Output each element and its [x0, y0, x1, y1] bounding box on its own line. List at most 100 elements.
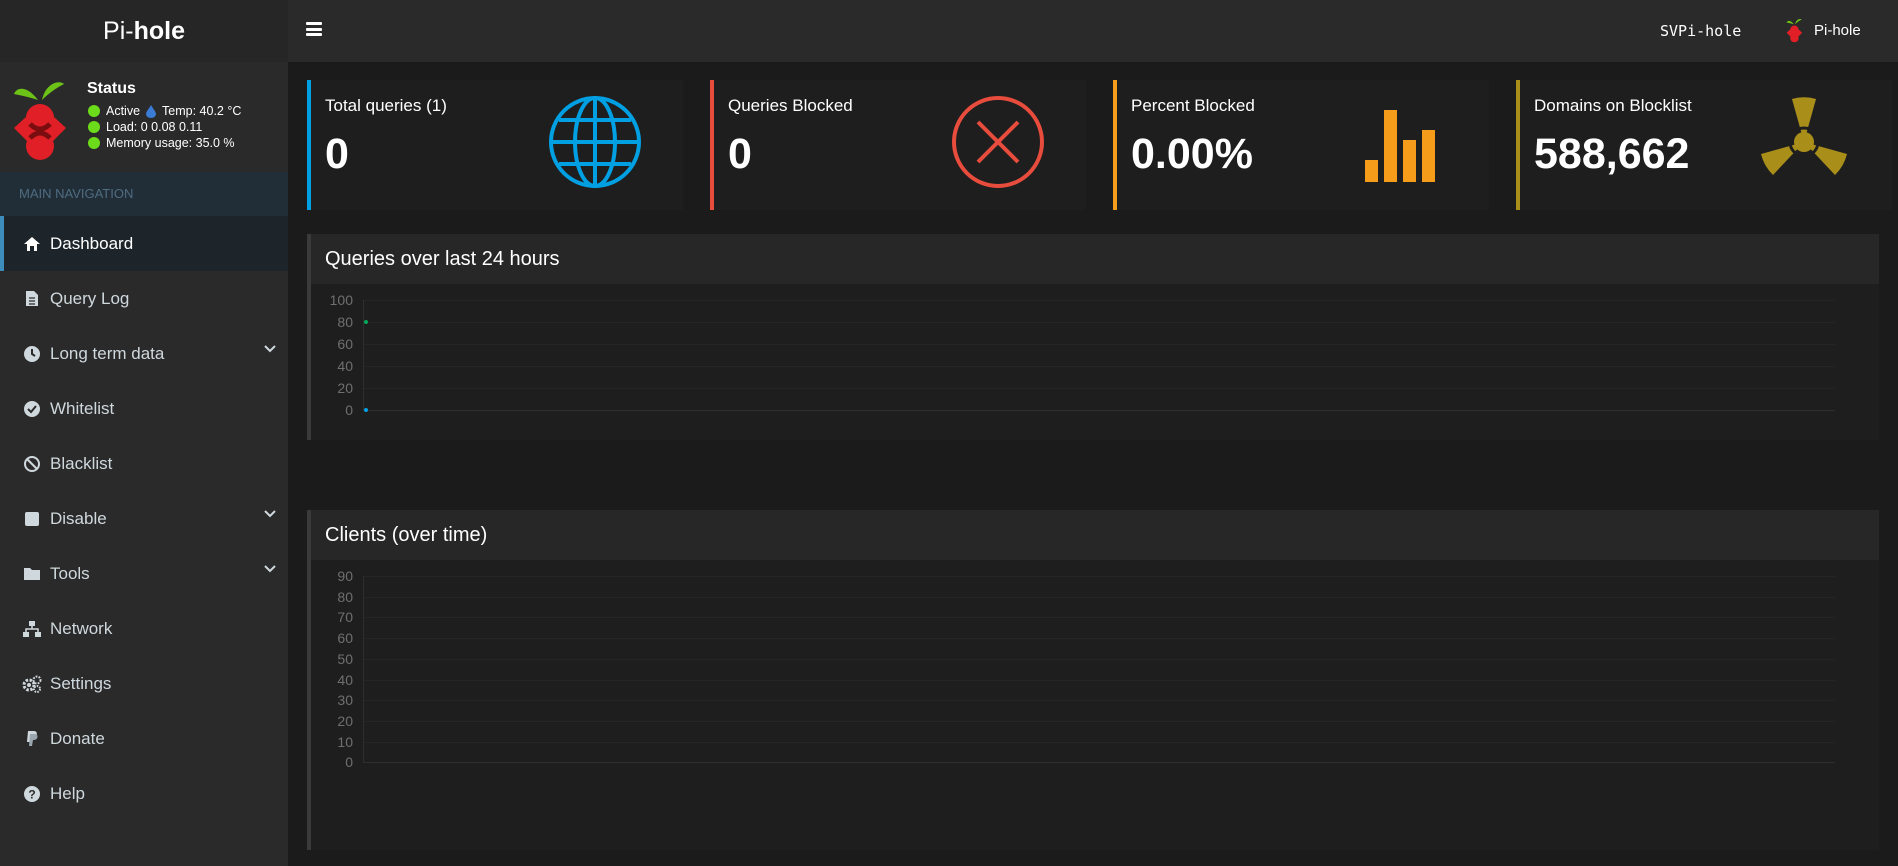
- chevron-down-icon[interactable]: [264, 510, 276, 518]
- data-point[interactable]: [364, 320, 368, 324]
- gridline: [363, 576, 1835, 577]
- sidebar-item-donate[interactable]: Donate: [0, 711, 288, 766]
- gridline: [363, 596, 1835, 598]
- panel-title: Clients (over time): [311, 510, 1879, 560]
- stat-label: Percent Blocked: [1131, 96, 1255, 115]
- y-tick-label: 40: [337, 671, 353, 688]
- stat-domains-on-blocklist[interactable]: Domains on Blocklist 588,662: [1516, 80, 1892, 210]
- queries-chart-panel: Queries over last 24 hours 100 80 60 40 20 0: [307, 234, 1879, 440]
- gridline: [363, 366, 1835, 367]
- check-circle-icon: [22, 399, 42, 419]
- radiation-icon: [1761, 97, 1847, 175]
- sidebar-item-label: Disable: [50, 508, 107, 528]
- sidebar: Pi-hole Status Active Temp: 40.2 °C Load…: [0, 0, 288, 866]
- sidebar-item-blacklist[interactable]: Blacklist: [0, 436, 288, 491]
- y-axis-line: [363, 576, 364, 763]
- y-tick-label: 40: [337, 358, 353, 374]
- status-temp: Temp: 40.2 °C: [162, 104, 242, 118]
- top-navbar: SVPi-hole Pi-hole: [288, 0, 1898, 62]
- status-load: Load: 0 0.08 0.11: [106, 120, 203, 134]
- y-tick-label: 70: [337, 609, 353, 626]
- brand-logo-text[interactable]: Pi-hole: [0, 0, 288, 62]
- sidebar-item-dashboard[interactable]: Dashboard: [0, 216, 288, 271]
- x-axis-line: [363, 762, 1835, 764]
- y-tick-label: 30: [337, 692, 353, 709]
- status-memory-dot-icon: [88, 137, 100, 149]
- gridline: [363, 388, 1835, 389]
- sidebar-item-whitelist[interactable]: Whitelist: [0, 381, 288, 436]
- status-active-line: Active Temp: 40.2 °C: [88, 104, 241, 118]
- clients-chart[interactable]: 90 80 70 60 50 40 30 20 10 0: [311, 560, 1879, 850]
- y-tick-label: 20: [337, 380, 353, 396]
- stat-label: Total queries (1): [325, 96, 447, 115]
- stat-value: 0: [728, 130, 752, 178]
- y-tick-label: 10: [337, 733, 353, 750]
- user-menu[interactable]: Pi-hole: [1786, 16, 1861, 44]
- sidebar-item-label: Blacklist: [50, 453, 113, 473]
- y-tick-label: 0: [345, 402, 353, 418]
- y-tick-label: 80: [337, 588, 353, 605]
- brand-prefix: Pi-: [103, 16, 134, 45]
- file-icon: [22, 289, 42, 309]
- clients-chart-panel: Clients (over time) 90 80 70 60 50 40 30 20 10 0: [307, 510, 1879, 850]
- gridline: [363, 720, 1835, 722]
- y-tick-label: 60: [337, 630, 353, 647]
- sidebar-item-label: Network: [50, 618, 113, 638]
- sidebar-item-query-log[interactable]: Query Log: [0, 271, 288, 326]
- gridline: [363, 679, 1835, 681]
- stat-total-queries[interactable]: Total queries (1) 0: [307, 80, 683, 210]
- network-icon: [22, 619, 42, 639]
- sidebar-toggle-icon[interactable]: [306, 22, 322, 36]
- chevron-down-icon[interactable]: [264, 565, 276, 573]
- sidebar-item-disable[interactable]: Disable: [0, 491, 288, 546]
- y-tick-label: 0: [345, 754, 353, 771]
- status-memory: Memory usage: 35.0 %: [106, 136, 235, 150]
- x-circle-icon: [952, 96, 1044, 188]
- gridline: [363, 322, 1835, 323]
- question-circle-icon: ?: [22, 784, 42, 804]
- y-tick-label: 20: [337, 712, 353, 729]
- sidebar-item-help[interactable]: ? Help: [0, 766, 288, 821]
- gridline: [363, 300, 1835, 301]
- stat-queries-blocked[interactable]: Queries Blocked 0: [710, 80, 1086, 210]
- user-name: Pi-hole: [1814, 21, 1861, 39]
- main-content: Total queries (1) 0 Queries Blocked 0 Pe…: [288, 62, 1898, 866]
- square-icon: [22, 509, 42, 529]
- status-memory-line: Memory usage: 35.0 %: [88, 136, 235, 150]
- bar-chart-icon: [1365, 110, 1435, 182]
- sidebar-item-network[interactable]: Network: [0, 601, 288, 656]
- status-load-line: Load: 0 0.08 0.11: [88, 120, 202, 134]
- chevron-down-icon[interactable]: [264, 345, 276, 353]
- temp-drop-icon: [146, 104, 157, 118]
- gears-icon: [22, 674, 42, 694]
- globe-icon: [549, 96, 641, 188]
- stat-value: 588,662: [1534, 130, 1690, 178]
- stat-value: 0.00%: [1131, 130, 1253, 178]
- stat-label: Domains on Blocklist: [1534, 96, 1692, 115]
- sidebar-item-label: Tools: [50, 563, 90, 583]
- gridline: [363, 638, 1835, 640]
- y-axis-line: [363, 300, 364, 410]
- pihole-logo-icon: [1786, 18, 1803, 43]
- sidebar-item-label: Dashboard: [50, 233, 134, 253]
- y-tick-label: 50: [337, 650, 353, 667]
- sidebar-item-settings[interactable]: Settings: [0, 656, 288, 711]
- status-panel: Status Active Temp: 40.2 °C Load: 0 0.08…: [0, 62, 288, 172]
- status-load-dot-icon: [88, 121, 100, 133]
- status-active: Active: [106, 104, 141, 118]
- sidebar-item-long-term-data[interactable]: Long term data: [0, 326, 288, 381]
- queries-chart[interactable]: 100 80 60 40 20 0: [311, 284, 1879, 440]
- gridline: [363, 617, 1835, 619]
- gridline: [363, 700, 1835, 702]
- clock-icon: [22, 344, 42, 364]
- sidebar-item-label: Whitelist: [50, 398, 115, 418]
- ban-icon: [22, 454, 42, 474]
- home-icon: [22, 234, 42, 254]
- nav-header: MAIN NAVIGATION: [0, 172, 288, 216]
- data-point[interactable]: [364, 408, 368, 412]
- stat-percent-blocked[interactable]: Percent Blocked 0.00%: [1113, 80, 1489, 210]
- paypal-icon: [22, 729, 42, 749]
- sidebar-item-tools[interactable]: Tools: [0, 546, 288, 601]
- y-tick-label: 80: [337, 314, 353, 330]
- sidebar-item-label: Settings: [50, 673, 112, 693]
